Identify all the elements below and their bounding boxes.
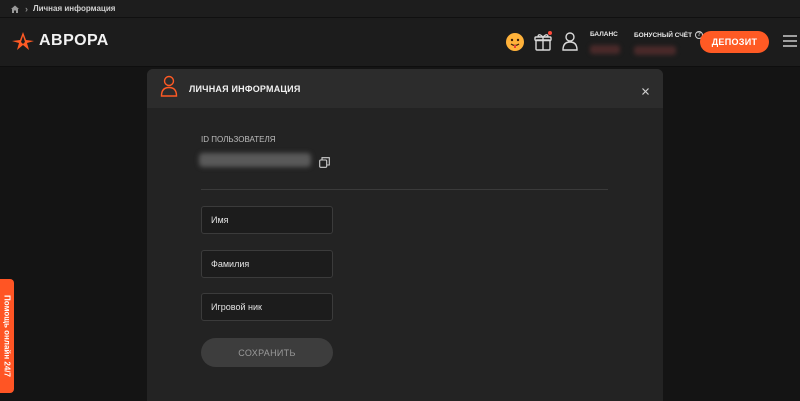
- copy-icon[interactable]: [319, 155, 330, 168]
- user-id-label: ID ПОЛЬЗОВАТЕЛЯ: [201, 135, 276, 144]
- bonus-label: БОНУСНЫЙ СЧЁТ: [634, 31, 693, 39]
- logo[interactable]: АВРОРА: [12, 32, 109, 50]
- breadcrumb-separator: ›: [25, 3, 28, 14]
- site-header: АВРОРА БАЛАНС БОНУСНЫЙ СЧЁТ ? ДЕПОЗИТ: [0, 18, 800, 67]
- user-profile-icon[interactable]: [561, 31, 579, 51]
- user-id-value-hidden: [199, 153, 311, 167]
- divider: [201, 189, 608, 190]
- close-icon[interactable]: [641, 83, 650, 95]
- personal-info-modal: ЛИЧНАЯ ИНФОРМАЦИЯ ID ПОЛЬЗОВАТЕЛЯ СОХРАН…: [147, 69, 663, 401]
- first-name-field[interactable]: [201, 206, 333, 234]
- deposit-button[interactable]: ДЕПОЗИТ: [700, 31, 769, 53]
- online-help-tab[interactable]: Помощь онлайн 24/7: [0, 279, 14, 393]
- balance-label: БАЛАНС: [590, 31, 618, 38]
- aurora-star-logo: [12, 32, 34, 50]
- hamburger-menu-icon[interactable]: [783, 34, 797, 48]
- balance-value-hidden: [590, 45, 620, 54]
- breadcrumb: › Личная информация: [0, 0, 800, 18]
- bonus-label-row: БОНУСНЫЙ СЧЁТ ?: [634, 31, 704, 39]
- save-button[interactable]: СОХРАНИТЬ: [201, 338, 333, 367]
- user-outline-icon: [160, 75, 178, 102]
- last-name-field[interactable]: [201, 250, 333, 278]
- breadcrumb-current: Личная информация: [33, 4, 116, 13]
- home-icon[interactable]: [10, 4, 20, 14]
- nickname-field[interactable]: [201, 293, 333, 321]
- logo-text: АВРОРА: [39, 32, 109, 49]
- modal-header: ЛИЧНАЯ ИНФОРМАЦИЯ: [147, 69, 663, 108]
- balance-block[interactable]: БАЛАНС: [590, 31, 620, 54]
- gift-icon[interactable]: [533, 31, 553, 52]
- modal-title: ЛИЧНАЯ ИНФОРМАЦИЯ: [189, 83, 301, 94]
- notification-dot: [548, 31, 552, 35]
- online-help-label: Помощь онлайн 24/7: [2, 295, 12, 377]
- bonus-value-hidden: [634, 46, 676, 55]
- bonus-block[interactable]: БОНУСНЫЙ СЧЁТ ?: [634, 31, 704, 55]
- emoji-avatar-icon[interactable]: [505, 32, 525, 52]
